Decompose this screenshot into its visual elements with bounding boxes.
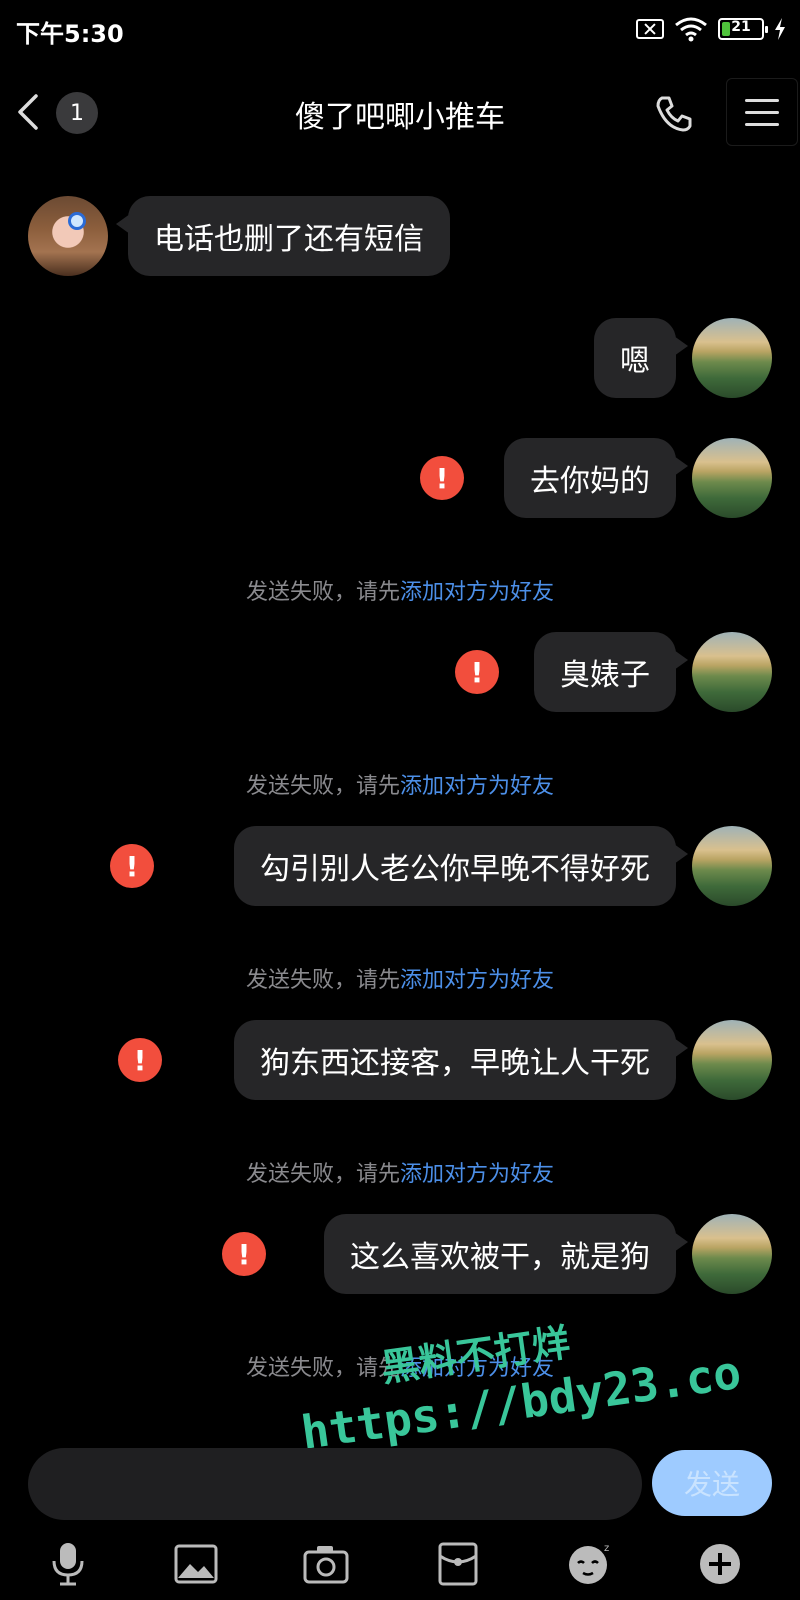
message-bubble[interactable]: 勾引别人老公你早晚不得好死 — [234, 826, 688, 906]
send-failed-icon[interactable]: ! — [222, 1232, 266, 1276]
wifi-icon — [675, 17, 707, 42]
contact-avatar[interactable] — [28, 196, 108, 276]
avatar-eye — [68, 212, 86, 230]
back-button[interactable] — [8, 88, 48, 136]
send-failed-icon[interactable]: ! — [420, 456, 464, 500]
status-time: 下午5:30 — [16, 20, 124, 48]
status-icons: 21 — [636, 16, 786, 42]
status-bar: 下午5:30 21 — [0, 0, 800, 60]
emoji-icon: z — [569, 1543, 609, 1584]
chevron-left-icon — [18, 94, 38, 130]
image-icon — [174, 1544, 218, 1584]
fail-notice-text: 发送失败，请先 — [245, 774, 400, 799]
add-friend-link[interactable]: 添加对方为好友 — [400, 774, 554, 799]
more-button[interactable] — [692, 1536, 748, 1592]
my-avatar[interactable] — [692, 318, 772, 398]
message-bubble[interactable]: 臭婊子 — [534, 632, 688, 712]
chat-header: 1 傻了吧唧小推车 — [0, 70, 800, 154]
fail-notice-text: 发送失败，请先 — [245, 1162, 400, 1187]
send-failed-notice: 发送失败，请先添加对方为好友 — [0, 1350, 800, 1382]
chat-title: 傻了吧唧小推车 — [295, 100, 505, 135]
menu-button[interactable] — [726, 78, 798, 146]
fail-notice-text: 发送失败，请先 — [245, 580, 400, 605]
send-failed-icon[interactable]: ! — [110, 844, 154, 888]
send-failed-icon[interactable]: ! — [455, 650, 499, 694]
input-toolbar: z — [0, 1530, 800, 1596]
message-input[interactable] — [28, 1448, 642, 1520]
menu-line — [745, 122, 779, 126]
my-avatar[interactable] — [692, 826, 772, 906]
send-failed-icon[interactable]: ! — [118, 1038, 162, 1082]
add-friend-link[interactable]: 添加对方为好友 — [400, 580, 554, 605]
camera-button[interactable] — [298, 1536, 354, 1592]
emoji-button[interactable]: z — [562, 1536, 618, 1592]
charging-icon — [775, 18, 785, 40]
message-bubble[interactable]: 狗东西还接客，早晚让人干死 — [234, 1020, 688, 1100]
my-avatar[interactable] — [692, 632, 772, 712]
send-failed-notice: 发送失败，请先添加对方为好友 — [0, 962, 800, 994]
send-failed-notice: 发送失败，请先添加对方为好友 — [0, 1156, 800, 1188]
camera-icon — [303, 1546, 349, 1584]
no-sim-icon — [636, 19, 664, 39]
message-bubble[interactable]: 这么喜欢被干，就是狗 — [324, 1214, 688, 1294]
fail-notice-text: 发送失败，请先 — [245, 968, 400, 993]
plus-icon — [700, 1544, 740, 1584]
battery-icon: 21 — [718, 18, 768, 40]
menu-line — [745, 110, 779, 114]
battery-level: 21 — [731, 19, 751, 35]
my-avatar[interactable] — [692, 438, 772, 518]
image-button[interactable] — [168, 1536, 224, 1592]
add-friend-link[interactable]: 添加对方为好友 — [400, 968, 554, 993]
fail-notice-text: 发送失败，请先 — [245, 1356, 400, 1381]
call-button[interactable] — [652, 92, 696, 136]
add-friend-link[interactable]: 添加对方为好友 — [400, 1162, 554, 1187]
my-avatar[interactable] — [692, 1214, 772, 1294]
message-bubble[interactable]: 去你妈的 — [504, 438, 688, 518]
send-failed-notice: 发送失败，请先添加对方为好友 — [0, 768, 800, 800]
send-failed-notice: 发送失败，请先添加对方为好友 — [0, 574, 800, 606]
input-bar: 发送 — [0, 1440, 800, 1520]
red-packet-button[interactable] — [430, 1536, 486, 1592]
red-packet-icon — [438, 1542, 478, 1586]
voice-button[interactable] — [40, 1536, 96, 1592]
send-button[interactable]: 发送 — [652, 1450, 772, 1516]
microphone-icon — [52, 1543, 84, 1586]
my-avatar[interactable] — [692, 1020, 772, 1100]
message-bubble[interactable]: 嗯 — [594, 318, 688, 398]
phone-icon — [656, 96, 692, 132]
menu-line — [745, 98, 779, 102]
svg-text:z: z — [604, 1543, 609, 1554]
unread-badge[interactable]: 1 — [56, 92, 98, 134]
message-bubble[interactable]: 电话也删了还有短信 — [116, 196, 450, 276]
add-friend-link[interactable]: 添加对方为好友 — [400, 1356, 554, 1381]
